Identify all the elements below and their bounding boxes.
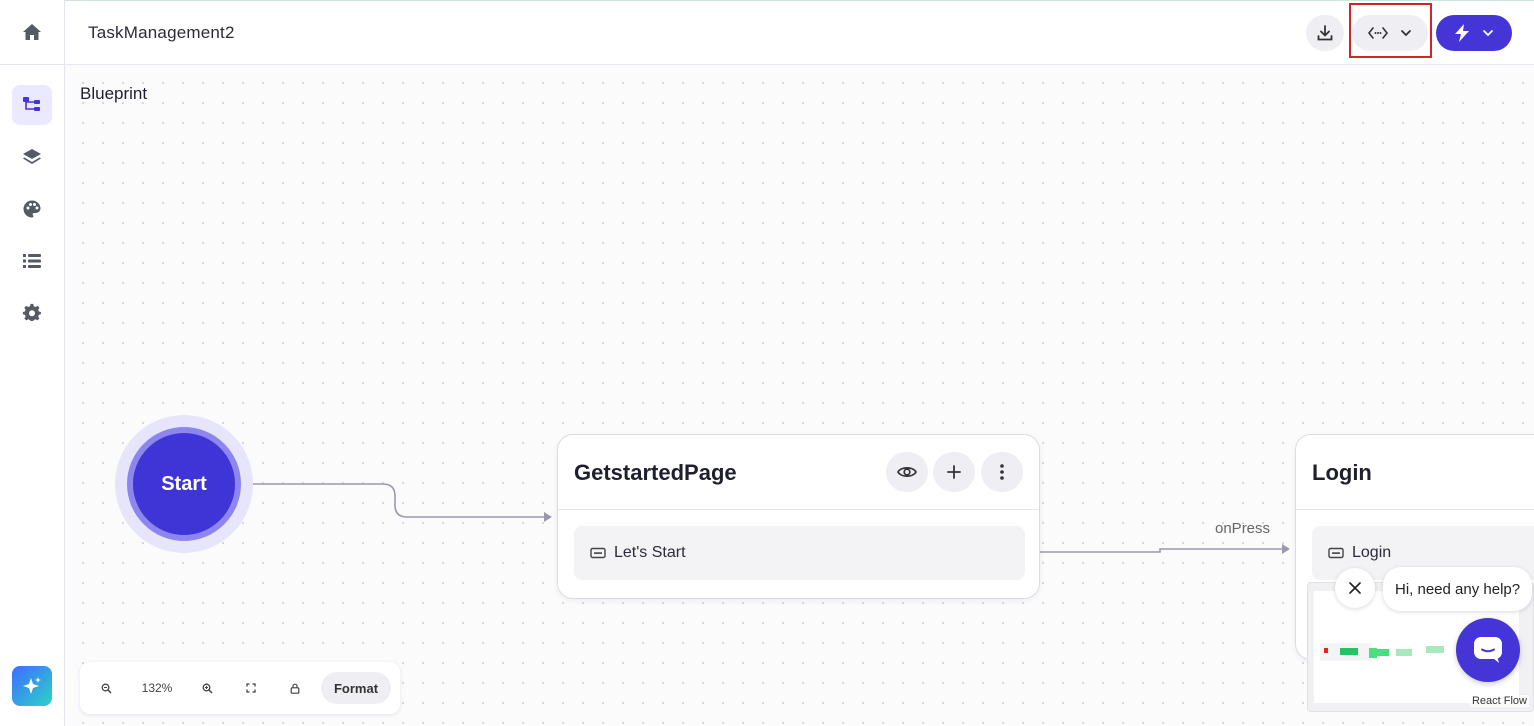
download-icon xyxy=(1317,25,1333,41)
zoom-out-button[interactable] xyxy=(94,675,118,701)
close-icon xyxy=(1349,582,1361,594)
lock-button[interactable] xyxy=(283,675,307,701)
minimap-node xyxy=(1426,646,1444,653)
button-component-icon xyxy=(590,547,606,559)
sidebar-item-settings[interactable] xyxy=(12,293,52,333)
chat-icon xyxy=(1474,637,1502,663)
minimap-node xyxy=(1396,649,1412,656)
project-title: TaskManagement2 xyxy=(88,23,235,42)
chevron-down-icon xyxy=(1483,30,1493,37)
node-divider xyxy=(558,509,1039,510)
minimap-node xyxy=(1340,648,1358,655)
download-button[interactable] xyxy=(1306,15,1344,51)
minimap-node xyxy=(1377,649,1389,656)
chat-launcher-button[interactable] xyxy=(1456,618,1520,682)
start-node[interactable]: Start xyxy=(115,415,253,553)
sidebar-divider xyxy=(0,64,65,65)
node-divider xyxy=(1296,509,1534,510)
edge-getstarted-to-login xyxy=(1026,548,1282,553)
layers-icon xyxy=(23,149,41,164)
canvas-controls: 132% Format xyxy=(80,662,400,714)
kebab-menu-icon xyxy=(1000,464,1004,480)
magnifier-plus-icon xyxy=(202,683,213,694)
eye-icon xyxy=(897,467,917,477)
list-icon xyxy=(23,254,41,268)
fit-view-button[interactable] xyxy=(239,675,263,701)
fit-view-icon xyxy=(246,683,256,693)
home-button[interactable] xyxy=(16,16,48,48)
magnifier-minus-icon xyxy=(101,683,112,694)
zoom-in-button[interactable] xyxy=(195,675,219,701)
highlight-annotation xyxy=(1349,3,1432,58)
start-node-label: Start xyxy=(133,433,235,535)
more-options-button[interactable] xyxy=(981,452,1023,492)
minimap-node xyxy=(1324,648,1328,653)
lightning-icon xyxy=(1455,24,1469,42)
ai-assistant-button[interactable] xyxy=(12,666,52,706)
lock-icon xyxy=(290,683,300,694)
start-node-ring: Start xyxy=(127,427,241,541)
sidebar-item-data[interactable] xyxy=(12,241,52,281)
gear-icon xyxy=(22,303,41,321)
format-button[interactable]: Format xyxy=(321,672,391,704)
node-title: GetstartedPage xyxy=(574,460,737,485)
run-dropdown-button[interactable] xyxy=(1436,15,1512,51)
sidebar xyxy=(0,0,65,726)
preview-button[interactable] xyxy=(886,452,928,492)
button-component-icon xyxy=(1328,547,1344,559)
minimap-node xyxy=(1369,648,1377,658)
sidebar-item-layers[interactable] xyxy=(12,137,52,177)
edge-arrowhead xyxy=(544,512,552,522)
chat-close-button[interactable] xyxy=(1335,568,1375,608)
plus-icon xyxy=(947,465,961,479)
sidebar-item-theme[interactable] xyxy=(12,189,52,229)
node-title: Login xyxy=(1312,460,1372,485)
palette-icon xyxy=(23,200,41,218)
ai-sparkle-icon xyxy=(23,677,41,694)
node-row-label: Login xyxy=(1352,544,1392,561)
react-flow-attribution[interactable]: React Flow xyxy=(1469,695,1529,707)
zoom-level: 132% xyxy=(141,681,173,695)
blueprint-icon xyxy=(23,97,40,111)
app-window: TaskManagement2 Blueprint Start Getstart… xyxy=(0,0,1534,726)
top-bar: TaskManagement2 xyxy=(65,0,1534,65)
node-row-label: Let's Start xyxy=(614,544,686,561)
edge-arrowhead xyxy=(1282,544,1290,554)
screen-node-getstarted[interactable]: GetstartedPage Let's Start xyxy=(557,434,1040,599)
home-icon xyxy=(23,24,41,40)
node-button-row[interactable]: Let's Start xyxy=(574,526,1025,580)
add-button[interactable] xyxy=(933,452,975,492)
flow-canvas[interactable]: Blueprint Start GetstartedPage Let's Sta… xyxy=(65,65,1534,726)
chat-greeting[interactable]: Hi, need any help? xyxy=(1383,567,1533,611)
sidebar-item-blueprint[interactable] xyxy=(12,85,52,125)
edge-start-to-getstarted xyxy=(233,483,545,518)
edge-label: onPress xyxy=(1215,520,1271,537)
